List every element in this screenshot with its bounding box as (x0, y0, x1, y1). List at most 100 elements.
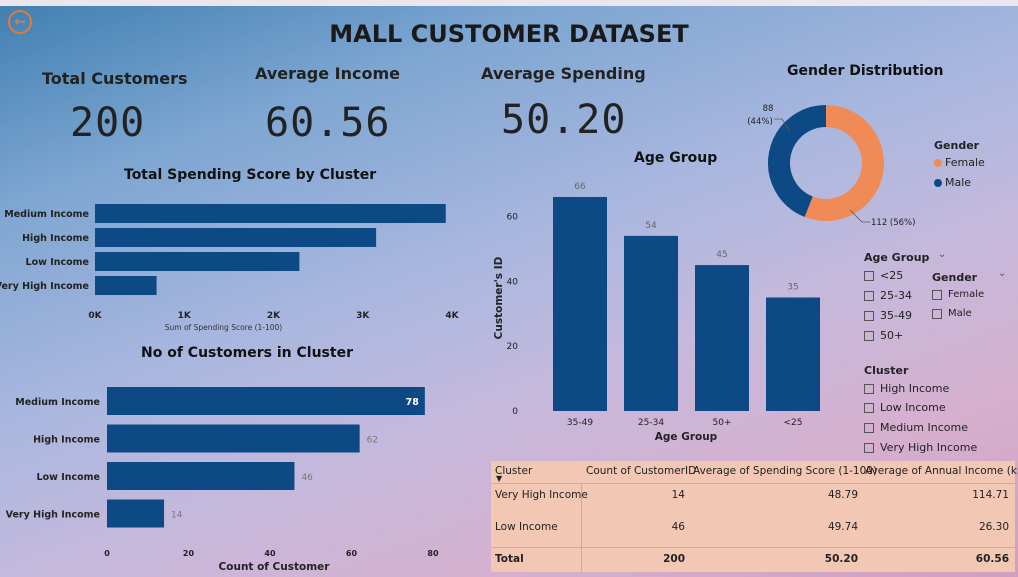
table-cell: Very High Income (495, 489, 588, 501)
tick-label: 80 (427, 549, 439, 558)
table-cell: 14 (671, 489, 685, 501)
bar (107, 462, 295, 490)
table-cell: 48.79 (827, 489, 858, 501)
tick-label: 4K (445, 311, 459, 321)
age-option[interactable]: 25-34 (864, 289, 912, 302)
category-label: Very High Income (6, 510, 100, 521)
bar (695, 265, 749, 411)
gender-option[interactable]: Male (932, 308, 972, 319)
tick-label: 0 (512, 407, 518, 417)
data-label: 46 (301, 473, 313, 483)
bar (624, 235, 678, 411)
bar (95, 252, 300, 271)
table-total-cell: 60.56 (975, 553, 1009, 565)
cluster-option[interactable]: Medium Income (864, 421, 968, 434)
tick-label: 3K (356, 311, 370, 321)
checkbox-icon[interactable] (864, 310, 874, 321)
donut-slice (768, 105, 827, 217)
checkbox-icon[interactable] (864, 442, 874, 453)
age-slicer-title: Age Group (864, 251, 930, 264)
category-label: Low Income (26, 257, 89, 268)
spending-score-chart: Medium Income High Income Low Income Very H… (0, 204, 460, 332)
checkbox-icon[interactable] (864, 270, 874, 281)
age-option[interactable]: 35-49 (864, 309, 912, 322)
average-income-value: 60.56 (265, 100, 391, 146)
gender-option[interactable]: Female (932, 289, 984, 300)
legend-female[interactable]: Female (934, 156, 985, 169)
cluster-option[interactable]: Very High Income (864, 441, 977, 454)
category-label: 50+ (713, 418, 732, 428)
age-chart-title: Age Group (634, 150, 718, 166)
tick-label: 40 (264, 549, 276, 558)
bar (766, 297, 820, 411)
bar (95, 276, 157, 295)
gender-legend-title: Gender (934, 139, 980, 152)
checkbox-icon[interactable] (864, 383, 874, 394)
bar (553, 196, 607, 411)
tick-label: 60 (346, 549, 358, 558)
data-label: 35 (787, 283, 798, 293)
data-label: 88 (763, 104, 774, 114)
axis-label: Customer's ID (493, 256, 505, 339)
average-spending-label: Average Spending (481, 64, 646, 83)
checkbox-icon[interactable] (864, 402, 874, 413)
checkbox-icon[interactable] (932, 289, 942, 300)
axis-label: Sum of Spending Score (1-100) (165, 323, 283, 332)
legend-male[interactable]: Male (934, 176, 971, 189)
table-header[interactable]: Average of Annual Income (k$) (865, 465, 1018, 477)
tick-label: 60 (507, 212, 519, 222)
category-label: High Income (33, 435, 100, 446)
category-label: 35-49 (567, 418, 593, 428)
axis-label: Age Group (655, 431, 718, 443)
tick-label: 20 (183, 549, 195, 558)
tick-label: 2K (267, 311, 281, 321)
cluster-option[interactable]: High Income (864, 382, 949, 395)
category-label: High Income (22, 233, 89, 244)
chevron-down-icon[interactable]: ⌄ (938, 249, 946, 260)
table-header[interactable]: Count of CustomerID (586, 465, 696, 477)
chevron-down-icon[interactable]: ⌄ (998, 268, 1006, 279)
male-dot-icon (934, 178, 942, 187)
table-total-cell: 50.20 (824, 553, 858, 565)
table-header[interactable]: Average of Spending Score (1-100) (693, 465, 877, 477)
sort-down-icon[interactable]: ▼ (496, 474, 502, 483)
customers-chart-title: No of Customers in Cluster (141, 345, 353, 361)
cluster-summary-table: Cluster ▼ Count of CustomerID Average of… (491, 461, 1018, 572)
category-label: 25-34 (638, 418, 664, 428)
average-spending-value: 50.20 (501, 97, 627, 143)
tick-label: 40 (507, 277, 519, 287)
top-bar (0, 0, 1018, 6)
gender-slicer-title: Gender (932, 271, 978, 284)
total-customers-value: 200 (70, 100, 146, 146)
page-title: MALL CUSTOMER DATASET (329, 20, 689, 48)
age-option[interactable]: 50+ (864, 329, 903, 342)
data-label: (44%) (747, 117, 773, 127)
category-label: <25 (784, 418, 803, 428)
cluster-slicer-title: Cluster (864, 364, 909, 377)
gender-donut-chart: 88 (44%) 112 (56%) (747, 104, 915, 228)
tick-label: 1K (178, 311, 192, 321)
gender-chart-title: Gender Distribution (787, 63, 944, 79)
tick-label: 0 (104, 549, 110, 558)
spending-chart-title: Total Spending Score by Cluster (124, 167, 377, 183)
data-label: 66 (574, 182, 586, 192)
checkbox-icon[interactable] (864, 330, 874, 341)
cluster-option[interactable]: Low Income (864, 401, 946, 414)
checkbox-icon[interactable] (932, 308, 942, 319)
checkbox-icon[interactable] (864, 422, 874, 433)
data-label: 54 (645, 221, 657, 231)
axis-label: Count of Customer (219, 561, 331, 573)
tick-label: 0K (88, 311, 102, 321)
bar (107, 387, 425, 415)
checkbox-icon[interactable] (864, 290, 874, 301)
table-cell: 26.30 (978, 521, 1009, 533)
data-label: 62 (367, 436, 378, 446)
age-option[interactable]: <25 (864, 269, 903, 282)
bar (95, 228, 377, 247)
table-total-cell: Total (495, 553, 524, 565)
donut-slice (804, 105, 884, 221)
total-divider (491, 547, 1015, 548)
customers-in-cluster-chart: Medium Income 78 High Income 62 Low Income 46… (6, 387, 439, 573)
data-label: 45 (716, 250, 727, 260)
tick-label: 20 (507, 342, 519, 352)
